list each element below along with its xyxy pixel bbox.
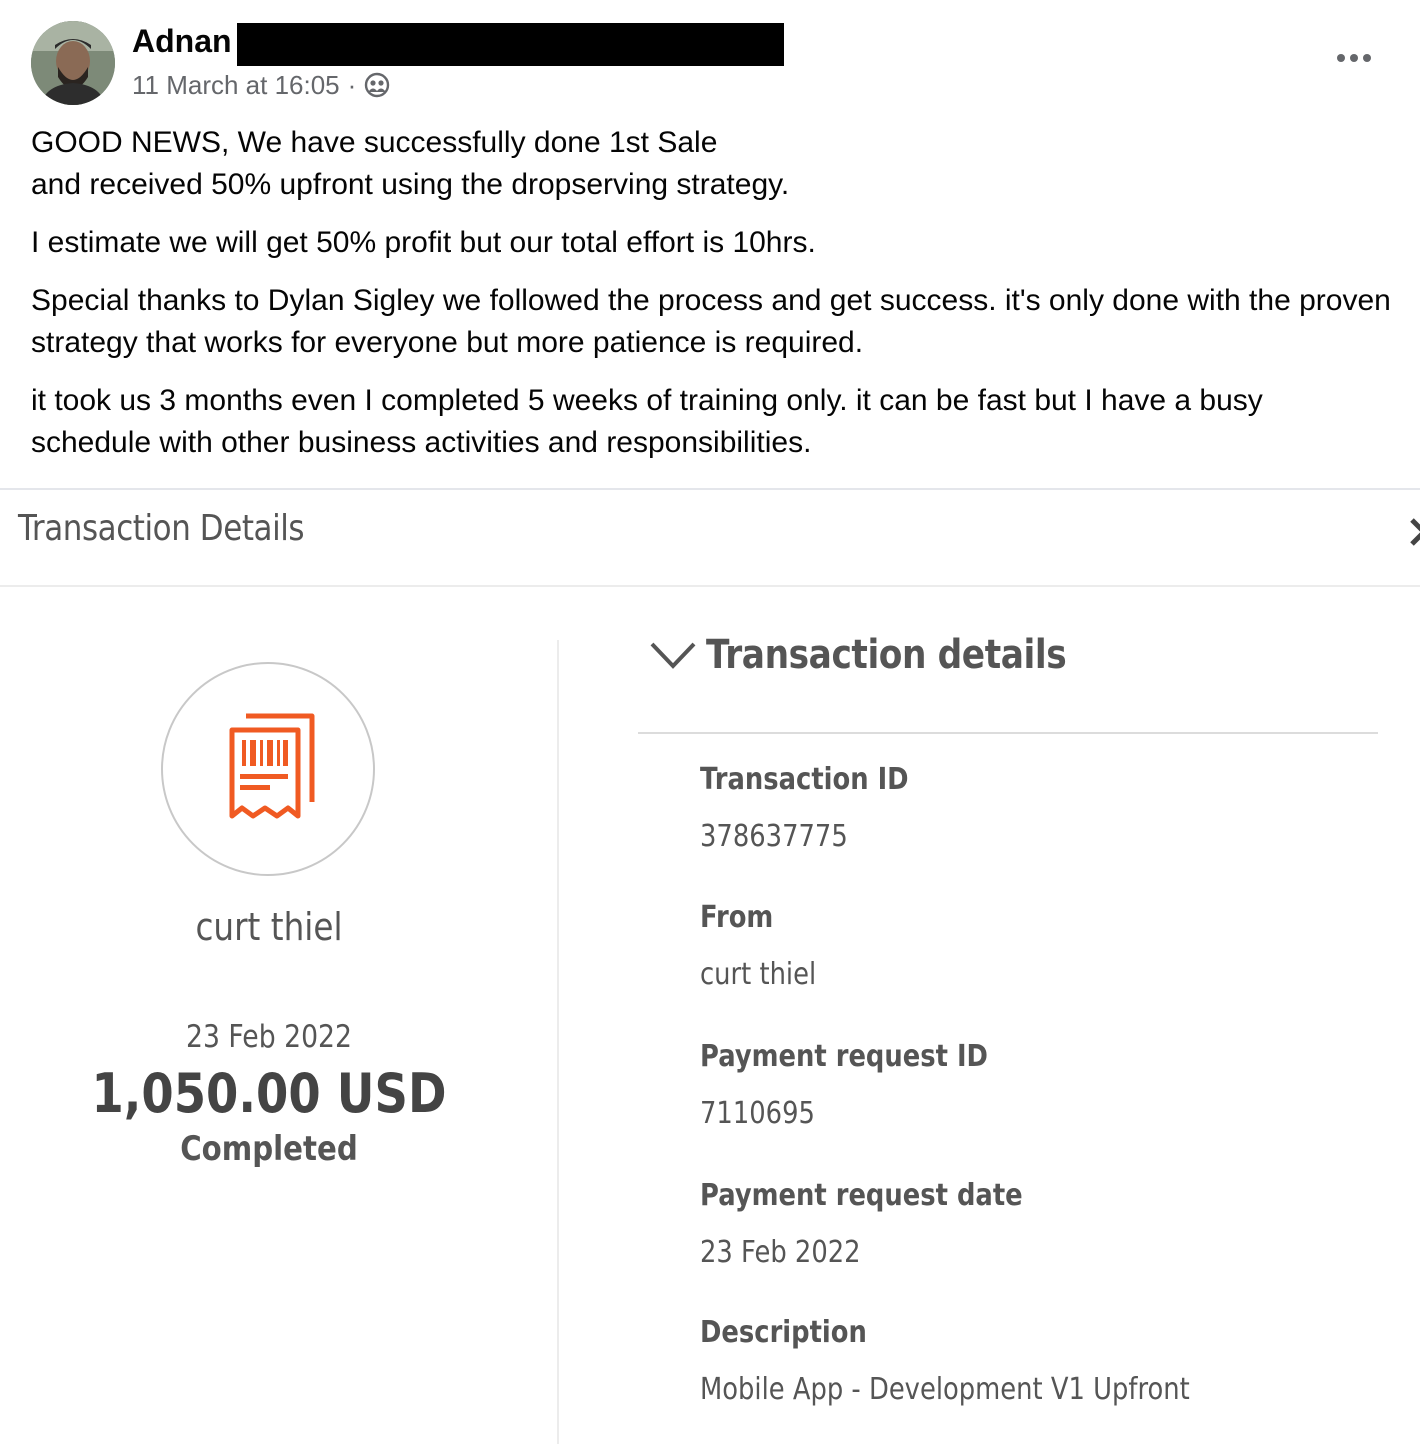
field-label: Description — [700, 1315, 867, 1350]
receipt-badge — [161, 662, 375, 876]
field-value: 7110695 — [700, 1096, 815, 1131]
receipt-icon — [229, 713, 315, 819]
details-divider — [638, 732, 1378, 734]
field-payment-request-id: Payment request ID 7110695 — [700, 1039, 1035, 1131]
field-label: Payment request date — [700, 1178, 1023, 1213]
post-meta: 11 March at 16:05 · — [132, 68, 390, 102]
avatar-photo — [31, 21, 115, 105]
field-value: curt thiel — [700, 957, 817, 992]
panel-divider — [557, 640, 559, 1444]
field-label: Payment request ID — [700, 1039, 988, 1074]
close-icon — [1404, 512, 1420, 552]
field-label: Transaction ID — [700, 762, 909, 797]
field-label: From — [700, 900, 774, 935]
post-paragraph: GOOD NEWS, We have successfully done 1st… — [31, 126, 790, 201]
post-paragraph: it took us 3 months even I completed 5 w… — [31, 384, 1263, 459]
transaction-screenshot[interactable]: Transaction Details curt thiel 23 Feb 20… — [0, 488, 1420, 1444]
transaction-header: Transaction Details — [0, 490, 1420, 587]
more-options-button[interactable] — [1330, 40, 1378, 76]
details-heading: Transaction details — [706, 632, 1067, 678]
transaction-details-panel: Transaction details Transaction ID 37863… — [638, 587, 1378, 1444]
transaction-amount: 1,050.00 USD — [91, 1062, 447, 1125]
friends-icon[interactable] — [364, 72, 390, 98]
field-value: 378637775 — [700, 819, 848, 854]
redaction-bar — [237, 23, 784, 66]
post-text: GOOD NEWS, We have successfully done 1st… — [31, 122, 1391, 480]
post-paragraph: I estimate we will get 50% profit but ou… — [31, 226, 816, 259]
post-paragraph: Special thanks to Dylan Sigley we follow… — [31, 284, 1391, 359]
payer-name: curt thiel — [195, 905, 343, 949]
transaction-status: Completed — [180, 1129, 358, 1169]
author-avatar[interactable] — [31, 21, 115, 105]
meta-separator: · — [347, 70, 357, 100]
transaction-date: 23 Feb 2022 — [186, 1019, 352, 1055]
field-from: From curt thiel — [700, 900, 835, 992]
details-toggle[interactable]: Transaction details — [650, 632, 1125, 678]
author-name[interactable]: Adnan — [132, 22, 232, 60]
post-timestamp[interactable]: 11 March at 16:05 — [132, 68, 340, 102]
transaction-header-title: Transaction Details — [18, 508, 305, 549]
field-description: Description Mobile App - Development V1 … — [700, 1315, 1269, 1407]
field-value: Mobile App - Development V1 Upfront — [700, 1372, 1190, 1407]
field-value: 23 Feb 2022 — [700, 1235, 861, 1270]
chevron-down-icon — [650, 642, 696, 669]
field-payment-request-date: Payment request date 23 Feb 2022 — [700, 1178, 1075, 1270]
transaction-summary: curt thiel 23 Feb 2022 1,050.00 USD Comp… — [0, 587, 557, 1444]
more-options-icon — [1337, 54, 1371, 62]
field-transaction-id: Transaction ID 378637775 — [700, 762, 943, 854]
